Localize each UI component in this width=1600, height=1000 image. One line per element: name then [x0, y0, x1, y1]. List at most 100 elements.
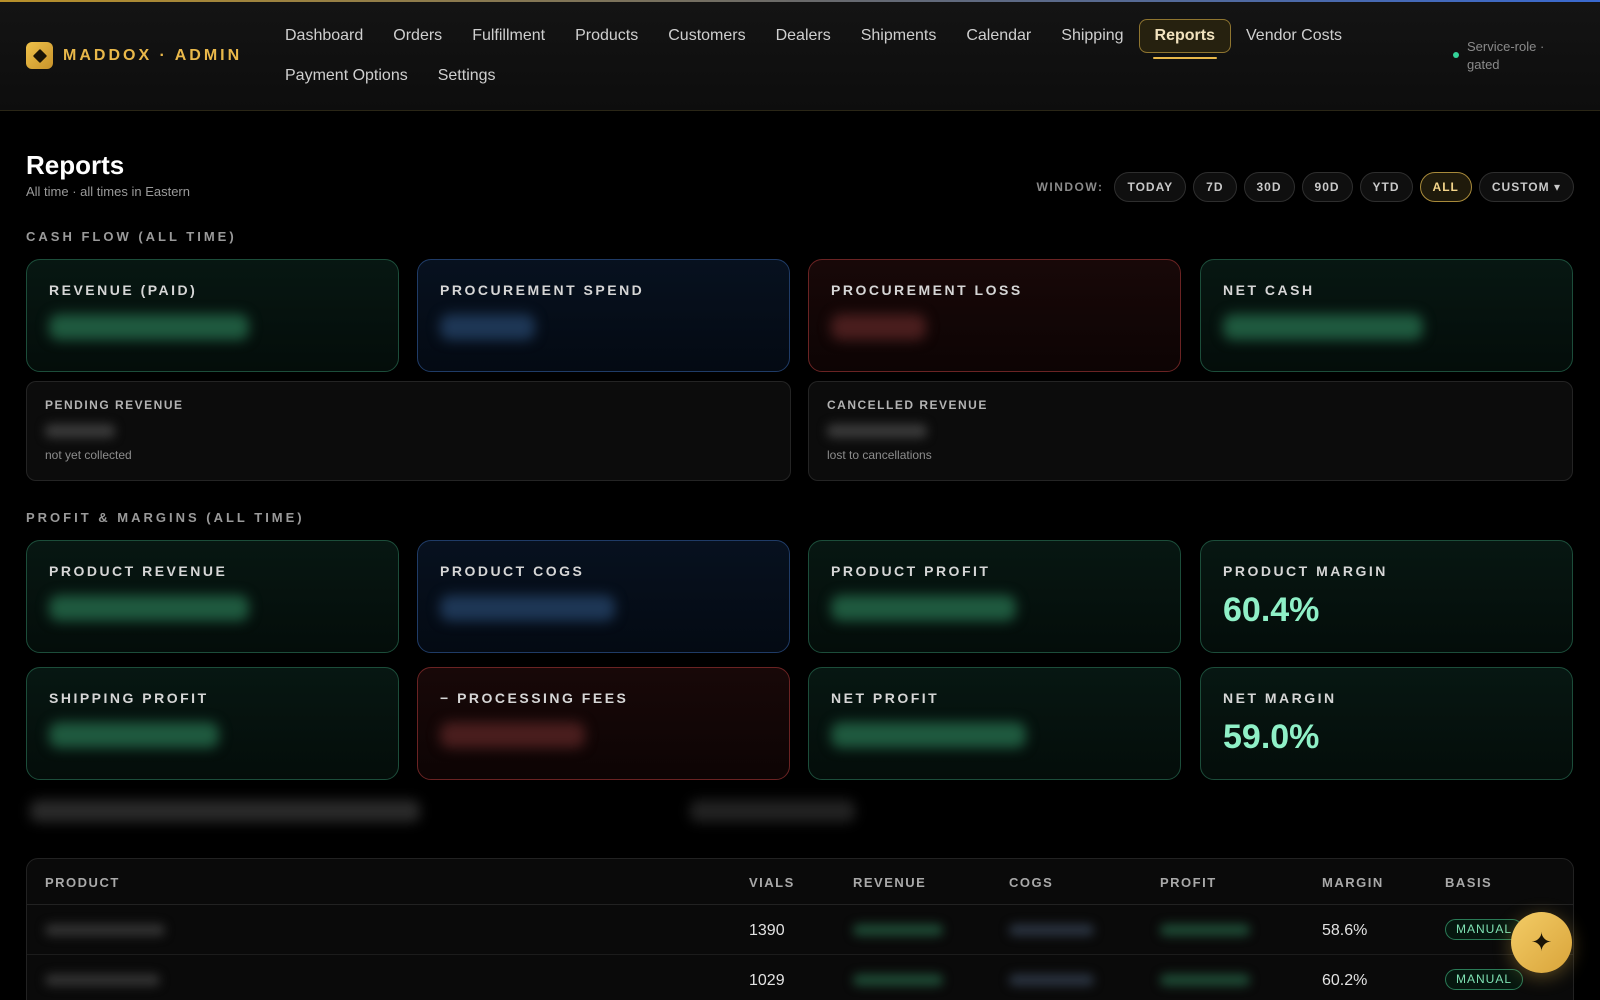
window-option-90d[interactable]: 90D: [1301, 172, 1353, 202]
redacted-value: [1223, 314, 1423, 340]
redacted-value: [440, 722, 585, 748]
card-procurement-spend: PROCUREMENT SPEND: [417, 259, 790, 372]
redacted-value: [49, 314, 249, 340]
column-header-product[interactable]: PRODUCT: [45, 875, 120, 890]
card-label: PRODUCT COGS: [440, 563, 585, 579]
card-net-cash: NET CASH: [1200, 259, 1573, 372]
redacted-profit: [1160, 924, 1250, 936]
window-option-custom[interactable]: CUSTOM ▾: [1478, 172, 1574, 202]
margin-cell: 60.2%: [1322, 972, 1368, 989]
product-table: PRODUCT VIALS REVENUE COGS PROFIT MARGIN…: [26, 858, 1574, 1000]
nav-item-shipping[interactable]: Shipping: [1046, 19, 1138, 53]
product-margin-value: 60.4%: [1223, 591, 1320, 629]
nav-item-fulfillment[interactable]: Fulfillment: [457, 19, 560, 53]
nav-item-vendor-costs[interactable]: Vendor Costs: [1231, 19, 1357, 53]
basis-badge: MANUAL: [1445, 969, 1524, 990]
redacted-product-name: [45, 974, 160, 986]
nav-row-1: Dashboard Orders Fulfillment Products Cu…: [270, 18, 1390, 59]
redacted-value: [440, 314, 535, 340]
status-dot-icon: [1453, 52, 1459, 58]
redacted-value: [831, 595, 1016, 621]
nav-item-reports[interactable]: Reports: [1138, 19, 1231, 59]
redacted-value: [45, 424, 115, 438]
card-procurement-loss: PROCUREMENT LOSS: [808, 259, 1181, 372]
table-row[interactable]: 1029 60.2% MANUAL: [27, 955, 1573, 1000]
card-label: NET CASH: [1223, 282, 1315, 298]
card-label: NET PROFIT: [831, 690, 940, 706]
redacted-value: [49, 722, 219, 748]
card-net-profit: NET PROFIT: [808, 667, 1181, 780]
nav-item-customers[interactable]: Customers: [653, 19, 760, 53]
redacted-value: [827, 424, 927, 438]
table-row[interactable]: 1390 58.6% MANUAL: [27, 905, 1573, 955]
nav-item-settings[interactable]: Settings: [423, 59, 511, 93]
nav-item-dashboard[interactable]: Dashboard: [270, 19, 378, 53]
card-label: PRODUCT REVENUE: [49, 563, 228, 579]
column-header-cogs[interactable]: COGS: [1009, 875, 1053, 890]
column-header-basis[interactable]: BASIS: [1445, 875, 1492, 890]
vials-cell: 1029: [749, 972, 785, 989]
assistant-fab-button[interactable]: ✦: [1511, 912, 1572, 973]
cancelled-revenue-panel: CANCELLED REVENUE lost to cancellations: [808, 381, 1573, 481]
redacted-summary-strip: [690, 800, 855, 822]
cash-flow-heading: CASH FLOW (ALL TIME): [26, 229, 237, 244]
card-label: − PROCESSING FEES: [440, 690, 629, 706]
pending-revenue-panel: PENDING REVENUE not yet collected: [26, 381, 791, 481]
nav-item-orders[interactable]: Orders: [378, 19, 457, 53]
redacted-value: [831, 314, 926, 340]
redacted-cogs: [1009, 974, 1094, 986]
card-net-margin: NET MARGIN 59.0%: [1200, 667, 1573, 780]
brand[interactable]: MADDOX · ADMIN: [26, 42, 242, 69]
window-label: WINDOW:: [1036, 180, 1104, 194]
table-header: PRODUCT VIALS REVENUE COGS PROFIT MARGIN…: [27, 859, 1573, 905]
nav-row-2: Payment Options Settings: [270, 58, 1390, 94]
nav-item-shipments[interactable]: Shipments: [846, 19, 952, 53]
redacted-product-name: [45, 924, 165, 936]
card-label: SHIPPING PROFIT: [49, 690, 209, 706]
column-header-revenue[interactable]: REVENUE: [853, 875, 926, 890]
cancelled-revenue-label: CANCELLED REVENUE: [827, 398, 988, 412]
service-status: Service-role · gated: [1453, 38, 1577, 74]
redacted-summary-strip: [30, 800, 420, 822]
window-option-all[interactable]: ALL: [1419, 172, 1472, 202]
profit-margins-heading: PROFIT & MARGINS (ALL TIME): [26, 510, 305, 525]
card-product-profit: PRODUCT PROFIT: [808, 540, 1181, 653]
card-revenue-paid: REVENUE (PAID): [26, 259, 399, 372]
status-text: Service-role · gated: [1467, 39, 1545, 72]
card-label: PRODUCT MARGIN: [1223, 563, 1388, 579]
sparkle-icon: ✦: [1530, 927, 1553, 957]
window-option-today[interactable]: TODAY: [1114, 172, 1187, 202]
column-header-profit[interactable]: PROFIT: [1160, 875, 1217, 890]
column-header-vials[interactable]: VIALS: [749, 875, 795, 890]
redacted-cogs: [1009, 924, 1094, 936]
card-processing-fees: − PROCESSING FEES: [417, 667, 790, 780]
window-option-30d[interactable]: 30D: [1243, 172, 1295, 202]
window-option-ytd[interactable]: YTD: [1359, 172, 1413, 202]
margin-cell: 58.6%: [1322, 922, 1368, 939]
card-shipping-profit: SHIPPING PROFIT: [26, 667, 399, 780]
vials-cell: 1390: [749, 922, 785, 939]
main-nav: Dashboard Orders Fulfillment Products Cu…: [270, 18, 1390, 98]
card-product-cogs: PRODUCT COGS: [417, 540, 790, 653]
card-label: PRODUCT PROFIT: [831, 563, 991, 579]
nav-item-payment-options[interactable]: Payment Options: [270, 59, 423, 93]
redacted-profit: [1160, 974, 1250, 986]
pending-revenue-note: not yet collected: [45, 448, 132, 462]
page-subtitle: All time · all times in Eastern: [26, 184, 190, 199]
card-label: REVENUE (PAID): [49, 282, 198, 298]
card-label: NET MARGIN: [1223, 690, 1337, 706]
redacted-value: [49, 595, 249, 621]
nav-item-dealers[interactable]: Dealers: [761, 19, 846, 53]
diamond-icon: [26, 42, 53, 69]
page-title: Reports: [26, 150, 125, 180]
redacted-value: [831, 722, 1026, 748]
window-option-7d[interactable]: 7D: [1193, 172, 1237, 202]
window-selector: WINDOW: TODAY 7D 30D 90D YTD ALL CUSTOM …: [1037, 172, 1574, 202]
card-product-margin: PRODUCT MARGIN 60.4%: [1200, 540, 1573, 653]
card-label: PROCUREMENT SPEND: [440, 282, 645, 298]
column-header-margin[interactable]: MARGIN: [1322, 875, 1384, 890]
card-label: PROCUREMENT LOSS: [831, 282, 1023, 298]
redacted-value: [440, 595, 615, 621]
nav-item-products[interactable]: Products: [560, 19, 653, 53]
nav-item-calendar[interactable]: Calendar: [951, 19, 1046, 53]
